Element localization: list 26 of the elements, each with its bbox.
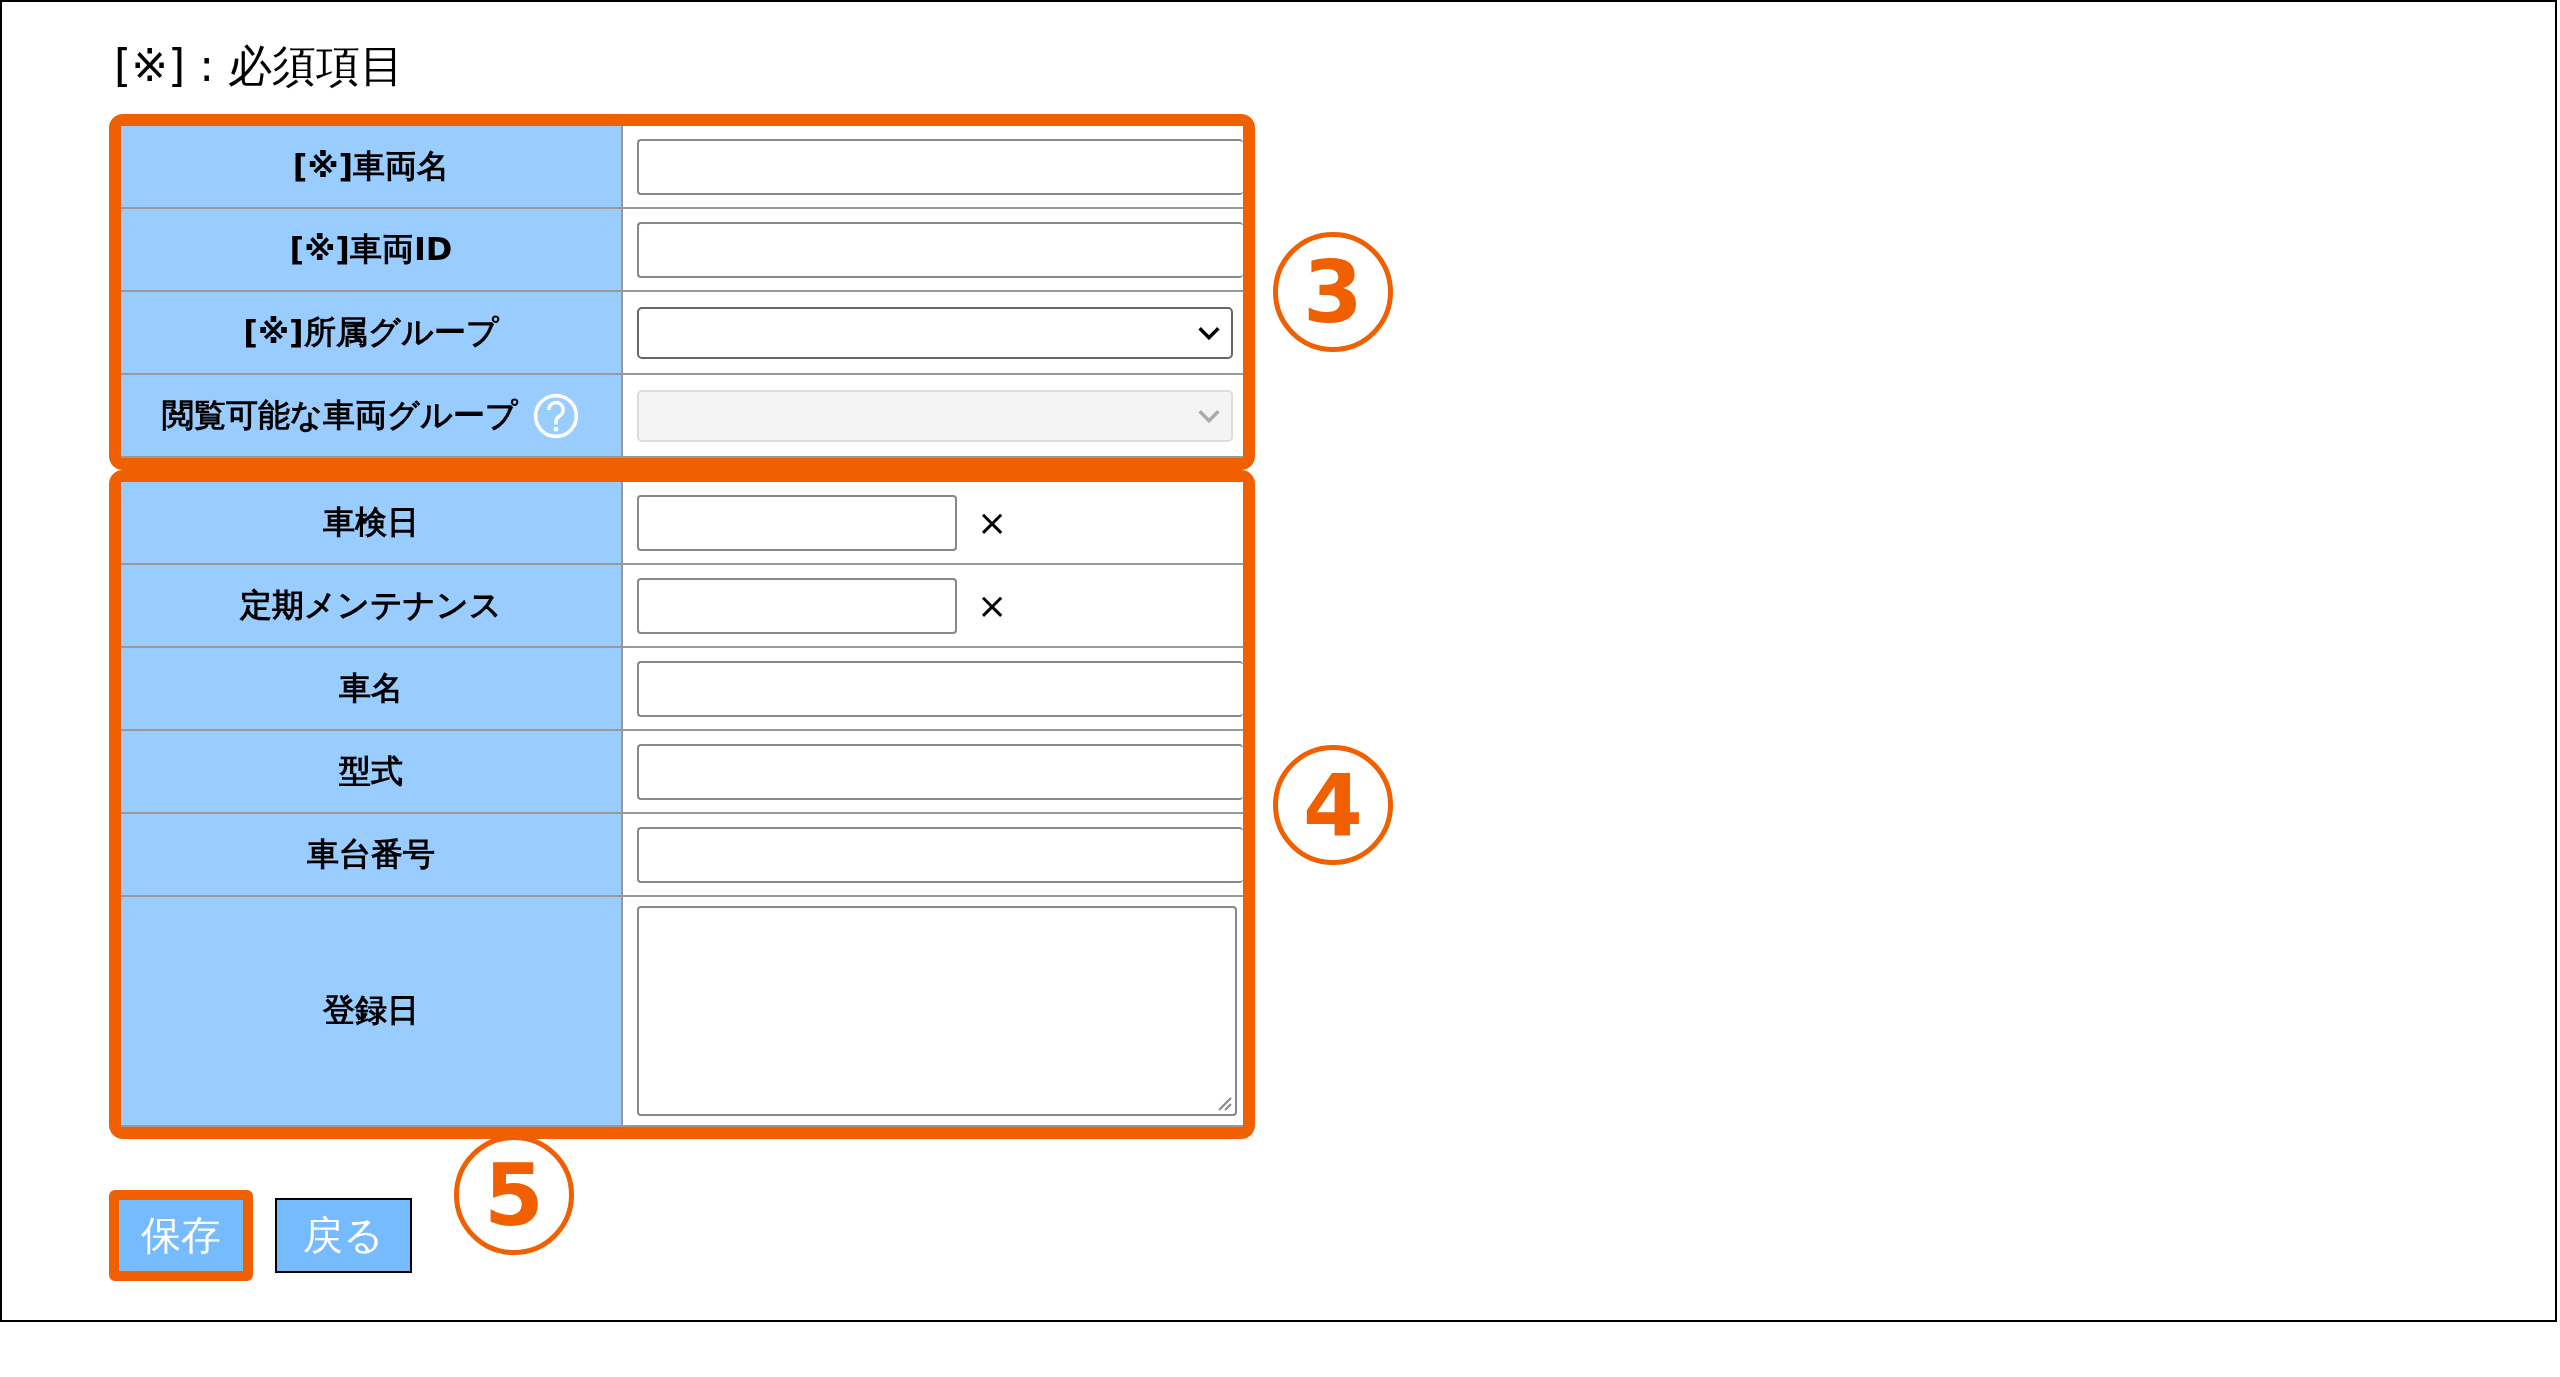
field-label: 型式 [121,731,623,812]
field-label: 車台番号 [121,814,623,895]
clear-button[interactable]: × [977,585,1008,626]
caret-icon [1197,408,1221,423]
required-note: [※] : 必須項目 [114,39,405,93]
caret-icon [1197,325,1221,340]
text-field[interactable] [637,221,1243,278]
field-label: [※]車両名 [121,126,623,207]
field-label: 登録日 [121,897,623,1125]
text-field[interactable] [637,826,1243,883]
field-label: 定期メンテナンス [121,565,623,646]
clear-button[interactable]: × [977,502,1008,543]
field-label: [※]車両ID [121,209,623,290]
text-field[interactable] [637,138,1243,195]
text-field[interactable] [637,743,1243,800]
date-field[interactable] [637,494,957,551]
annotation-number: 4 [1273,744,1393,865]
date-field[interactable] [637,577,957,634]
dropdown[interactable] [637,306,1233,359]
text-area[interactable] [637,906,1237,1116]
field-label: 閲覧可能な車両グループ [121,375,623,456]
text-field[interactable] [637,660,1243,717]
field-label: 車検日 [121,482,623,563]
field-label: [※]所属グループ [121,292,623,373]
annotation-number: 3 [1273,232,1393,352]
field-label: 車名 [121,648,623,729]
